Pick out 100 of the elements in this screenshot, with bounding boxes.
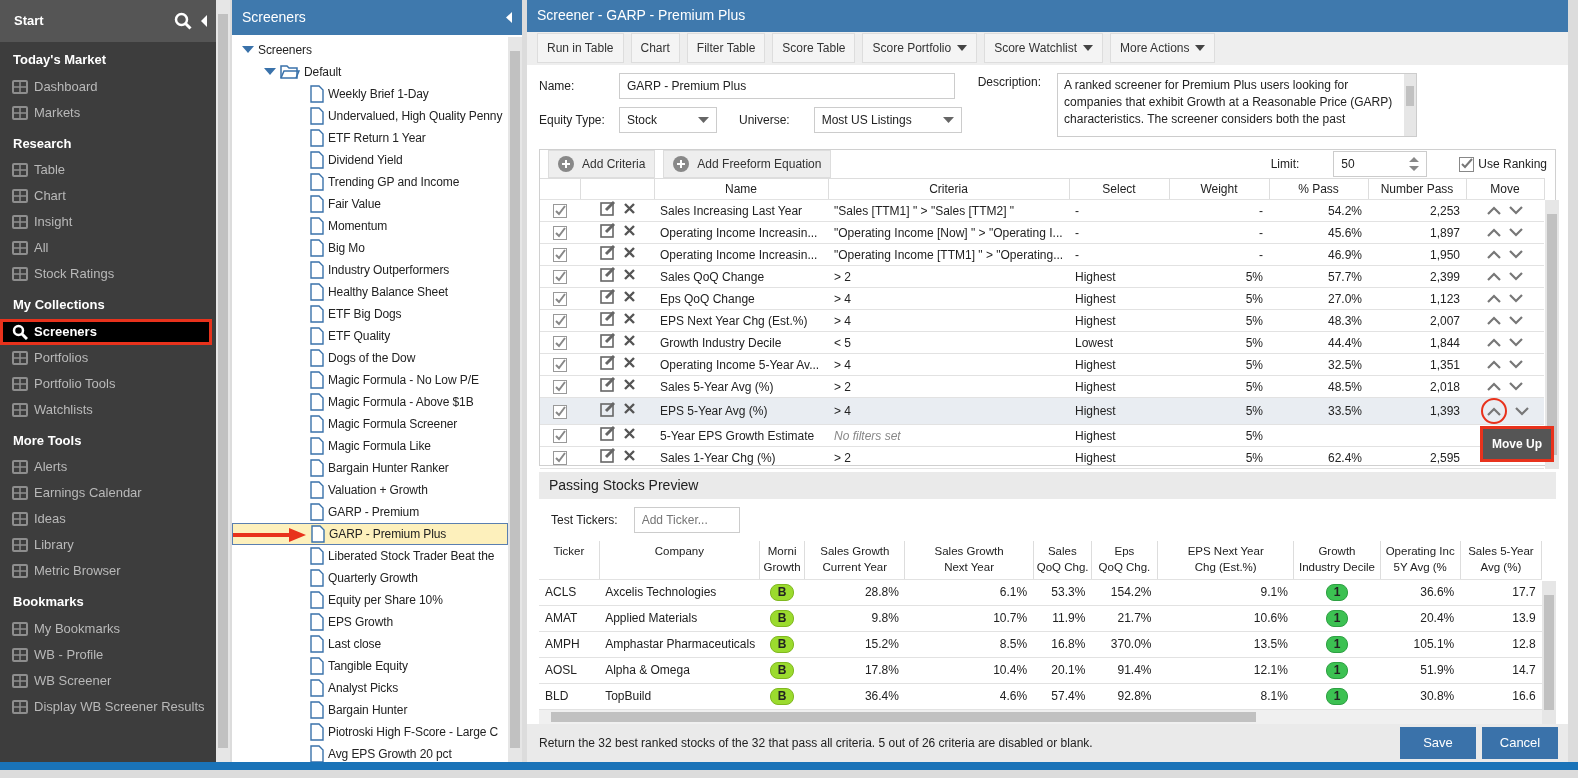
- move-down-icon[interactable]: [1509, 249, 1523, 259]
- universe-dropdown[interactable]: Most US Listings: [813, 106, 962, 133]
- delete-icon[interactable]: [623, 268, 635, 280]
- delete-icon[interactable]: [623, 378, 635, 390]
- move-down-icon[interactable]: [1509, 381, 1523, 391]
- delete-icon[interactable]: [623, 334, 635, 346]
- equity-type-dropdown[interactable]: Stock: [619, 106, 717, 133]
- sidebar-item[interactable]: Stock Ratings: [0, 261, 216, 287]
- move-up-icon[interactable]: [1487, 205, 1501, 215]
- tree-item[interactable]: Healthy Balance Sheet: [232, 281, 508, 303]
- add-button[interactable]: Add Freeform Equation: [663, 150, 832, 178]
- move-down-icon[interactable]: [1509, 337, 1523, 347]
- move-up-icon[interactable]: [1487, 271, 1501, 281]
- scrollbar[interactable]: [216, 0, 230, 762]
- edit-icon[interactable]: [599, 332, 616, 348]
- tree-item[interactable]: ETF Big Dogs: [232, 303, 508, 325]
- checkbox-icon[interactable]: [553, 380, 567, 395]
- move-down-icon[interactable]: [1509, 359, 1523, 369]
- tree-item[interactable]: Magic Formula Screener: [232, 413, 508, 435]
- tree-item[interactable]: Magic Formula - Above $1B: [232, 391, 508, 413]
- move-up-icon[interactable]: [1487, 227, 1501, 237]
- toolbar-button[interactable]: Filter Table: [686, 33, 766, 64]
- tree-item[interactable]: EPS Growth: [232, 611, 508, 633]
- edit-icon[interactable]: [599, 266, 616, 282]
- move-down-icon[interactable]: [1509, 315, 1523, 325]
- tree-item[interactable]: Industry Outperformers: [232, 259, 508, 281]
- limit-field[interactable]: 50: [1333, 151, 1428, 177]
- sidebar-item[interactable]: Insight: [0, 209, 216, 235]
- delete-icon[interactable]: [623, 224, 635, 236]
- checkbox[interactable]: Use Ranking: [1459, 155, 1547, 173]
- move-down-icon[interactable]: [1509, 227, 1523, 237]
- toolbar-button[interactable]: Chart: [630, 33, 680, 64]
- move-down-icon[interactable]: [1509, 271, 1523, 281]
- delete-icon[interactable]: [623, 427, 635, 439]
- checkbox-icon[interactable]: [553, 314, 567, 329]
- tree-item[interactable]: Bargain Hunter Ranker: [232, 457, 508, 479]
- tree-item[interactable]: Bargain Hunter: [232, 699, 508, 721]
- sidebar-item[interactable]: Display WB Screener Results: [0, 693, 216, 720]
- sidebar-item[interactable]: WB Screener: [0, 667, 216, 694]
- edit-icon[interactable]: [599, 354, 616, 370]
- tree-item[interactable]: Magic Formula Like: [232, 435, 508, 457]
- tree-item[interactable]: ETF Quality: [232, 325, 508, 347]
- collapse-icon[interactable]: [505, 12, 512, 23]
- checkbox-icon[interactable]: [553, 336, 567, 351]
- edit-icon[interactable]: [599, 425, 616, 441]
- move-up-icon[interactable]: [1487, 359, 1501, 369]
- tree-item[interactable]: Liberated Stock Trader Beat the: [232, 545, 508, 567]
- delete-icon[interactable]: [623, 403, 635, 414]
- move-down-icon[interactable]: [1509, 205, 1523, 215]
- move-up-icon[interactable]: [1487, 407, 1501, 417]
- tree-item[interactable]: Last close: [232, 633, 508, 655]
- tree-item[interactable]: Undervalued, High Quality Penny: [232, 105, 508, 127]
- edit-icon[interactable]: [599, 244, 616, 260]
- sidebar-item[interactable]: Portfolio Tools: [0, 370, 216, 397]
- footer-button[interactable]: Save: [1400, 727, 1476, 759]
- checkbox-icon[interactable]: [553, 404, 567, 419]
- tree-item[interactable]: Tangible Equity: [232, 655, 508, 677]
- tree-item[interactable]: Weekly Brief 1-Day: [232, 83, 508, 105]
- delete-icon[interactable]: [623, 356, 635, 368]
- caret-icon[interactable]: [264, 68, 276, 76]
- scrollbar[interactable]: [1542, 581, 1557, 724]
- move-down-icon[interactable]: [1515, 406, 1529, 416]
- tree-item[interactable]: Quarterly Growth: [232, 567, 508, 589]
- edit-icon[interactable]: [599, 447, 616, 463]
- edit-icon[interactable]: [599, 376, 616, 392]
- sidebar-item[interactable]: Table: [0, 157, 216, 183]
- toolbar-button[interactable]: More Actions: [1110, 33, 1216, 64]
- add-button[interactable]: Add Criteria: [548, 150, 656, 178]
- sidebar-item[interactable]: My Bookmarks: [0, 615, 216, 642]
- tree-item[interactable]: Momentum: [232, 215, 508, 237]
- sidebar-item[interactable]: All: [0, 235, 216, 261]
- move-up-icon[interactable]: [1487, 381, 1501, 391]
- move-up-icon[interactable]: [1487, 315, 1501, 325]
- tree-item[interactable]: GARP - Premium: [232, 501, 508, 523]
- sidebar-item[interactable]: Earnings Calendar: [0, 480, 216, 506]
- footer-button[interactable]: Cancel: [1482, 727, 1558, 759]
- edit-icon[interactable]: [599, 288, 616, 304]
- checkbox-icon[interactable]: [553, 358, 567, 373]
- tree-item[interactable]: ETF Return 1 Year: [232, 127, 508, 149]
- checkbox-icon[interactable]: [553, 429, 567, 444]
- toolbar-button[interactable]: Run in Table: [537, 33, 624, 64]
- sidebar-item[interactable]: Watchlists: [0, 396, 216, 423]
- toolbar-button[interactable]: Score Portfolio: [862, 33, 978, 64]
- delete-icon[interactable]: [623, 246, 635, 258]
- tree-item[interactable]: GARP - Premium Plus: [232, 523, 508, 545]
- tree-item[interactable]: Magic Formula - No Low P/E: [232, 369, 508, 391]
- checkbox-icon[interactable]: [553, 270, 567, 285]
- ticker-field[interactable]: Add Ticker...: [633, 507, 740, 534]
- caret-icon[interactable]: [242, 46, 254, 54]
- checkbox-icon[interactable]: [553, 292, 567, 307]
- sidebar-item[interactable]: Portfolios: [0, 344, 216, 371]
- sidebar-item[interactable]: Dashboard: [0, 73, 216, 100]
- checkbox-icon[interactable]: [553, 248, 567, 263]
- tree-item[interactable]: Equity per Share 10%: [232, 589, 508, 611]
- search-icon[interactable]: [174, 12, 192, 30]
- delete-icon[interactable]: [623, 449, 635, 461]
- tree-item[interactable]: Valuation + Growth: [232, 479, 508, 501]
- toolbar-button[interactable]: Score Table: [772, 33, 856, 64]
- collapse-icon[interactable]: [200, 15, 208, 27]
- edit-icon[interactable]: [599, 400, 616, 417]
